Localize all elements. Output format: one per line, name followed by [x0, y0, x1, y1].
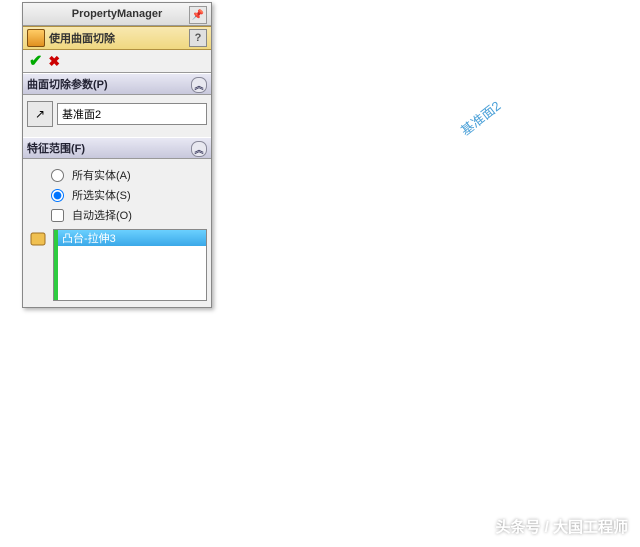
property-manager-panel: PropertyManager 📌 使用曲面切除 ? ✔ ✖ 曲面切除参数(P)…: [22, 2, 212, 308]
group-params-body: ↗ 基准面2: [23, 95, 211, 137]
help-button[interactable]: ?: [189, 29, 207, 47]
command-title: 使用曲面切除: [49, 30, 115, 46]
list-item[interactable]: 凸台-拉伸3: [58, 230, 206, 246]
radio-selected-input[interactable]: [51, 189, 64, 202]
panel-titlebar: PropertyManager 📌: [23, 3, 211, 26]
ok-button[interactable]: ✔: [29, 51, 42, 71]
plane-annotation: 基准面2: [456, 96, 504, 139]
body-selection-list[interactable]: 凸台-拉伸3: [53, 229, 207, 301]
collapse-icon[interactable]: ︽: [191, 141, 207, 157]
radio-all-input[interactable]: [51, 169, 64, 182]
panel-title: PropertyManager: [72, 8, 162, 20]
command-header: 使用曲面切除 ?: [23, 26, 211, 50]
surface-selection-input[interactable]: 基准面2: [57, 103, 207, 125]
confirm-bar: ✔ ✖: [23, 50, 211, 73]
radio-selected-label: 所选实体(S): [72, 187, 131, 203]
radio-all-bodies[interactable]: 所有实体(A): [27, 165, 207, 185]
group-params-title: 曲面切除参数(P): [27, 76, 108, 92]
group-scope-title: 特征范围(F): [27, 140, 85, 156]
group-params-header[interactable]: 曲面切除参数(P) ︽: [23, 73, 211, 95]
flip-direction-icon[interactable]: ↗: [27, 101, 53, 127]
body-list-icon: [29, 229, 49, 249]
watermark-text: 头条号 / 大国工程师: [495, 516, 628, 537]
group-scope-body: 所有实体(A) 所选实体(S) 自动选择(O) 凸台-拉伸3: [23, 159, 211, 307]
cut-surface-icon: [27, 29, 45, 47]
collapse-icon[interactable]: ︽: [191, 77, 207, 93]
cancel-button[interactable]: ✖: [48, 53, 60, 70]
radio-all-label: 所有实体(A): [72, 167, 131, 183]
group-scope-header[interactable]: 特征范围(F) ︽: [23, 137, 211, 159]
pin-icon[interactable]: 📌: [189, 6, 207, 24]
checkbox-auto-label: 自动选择(O): [72, 207, 132, 223]
checkbox-auto-input[interactable]: [51, 209, 64, 222]
radio-selected-bodies[interactable]: 所选实体(S): [27, 185, 207, 205]
checkbox-auto-select[interactable]: 自动选择(O): [27, 205, 207, 225]
